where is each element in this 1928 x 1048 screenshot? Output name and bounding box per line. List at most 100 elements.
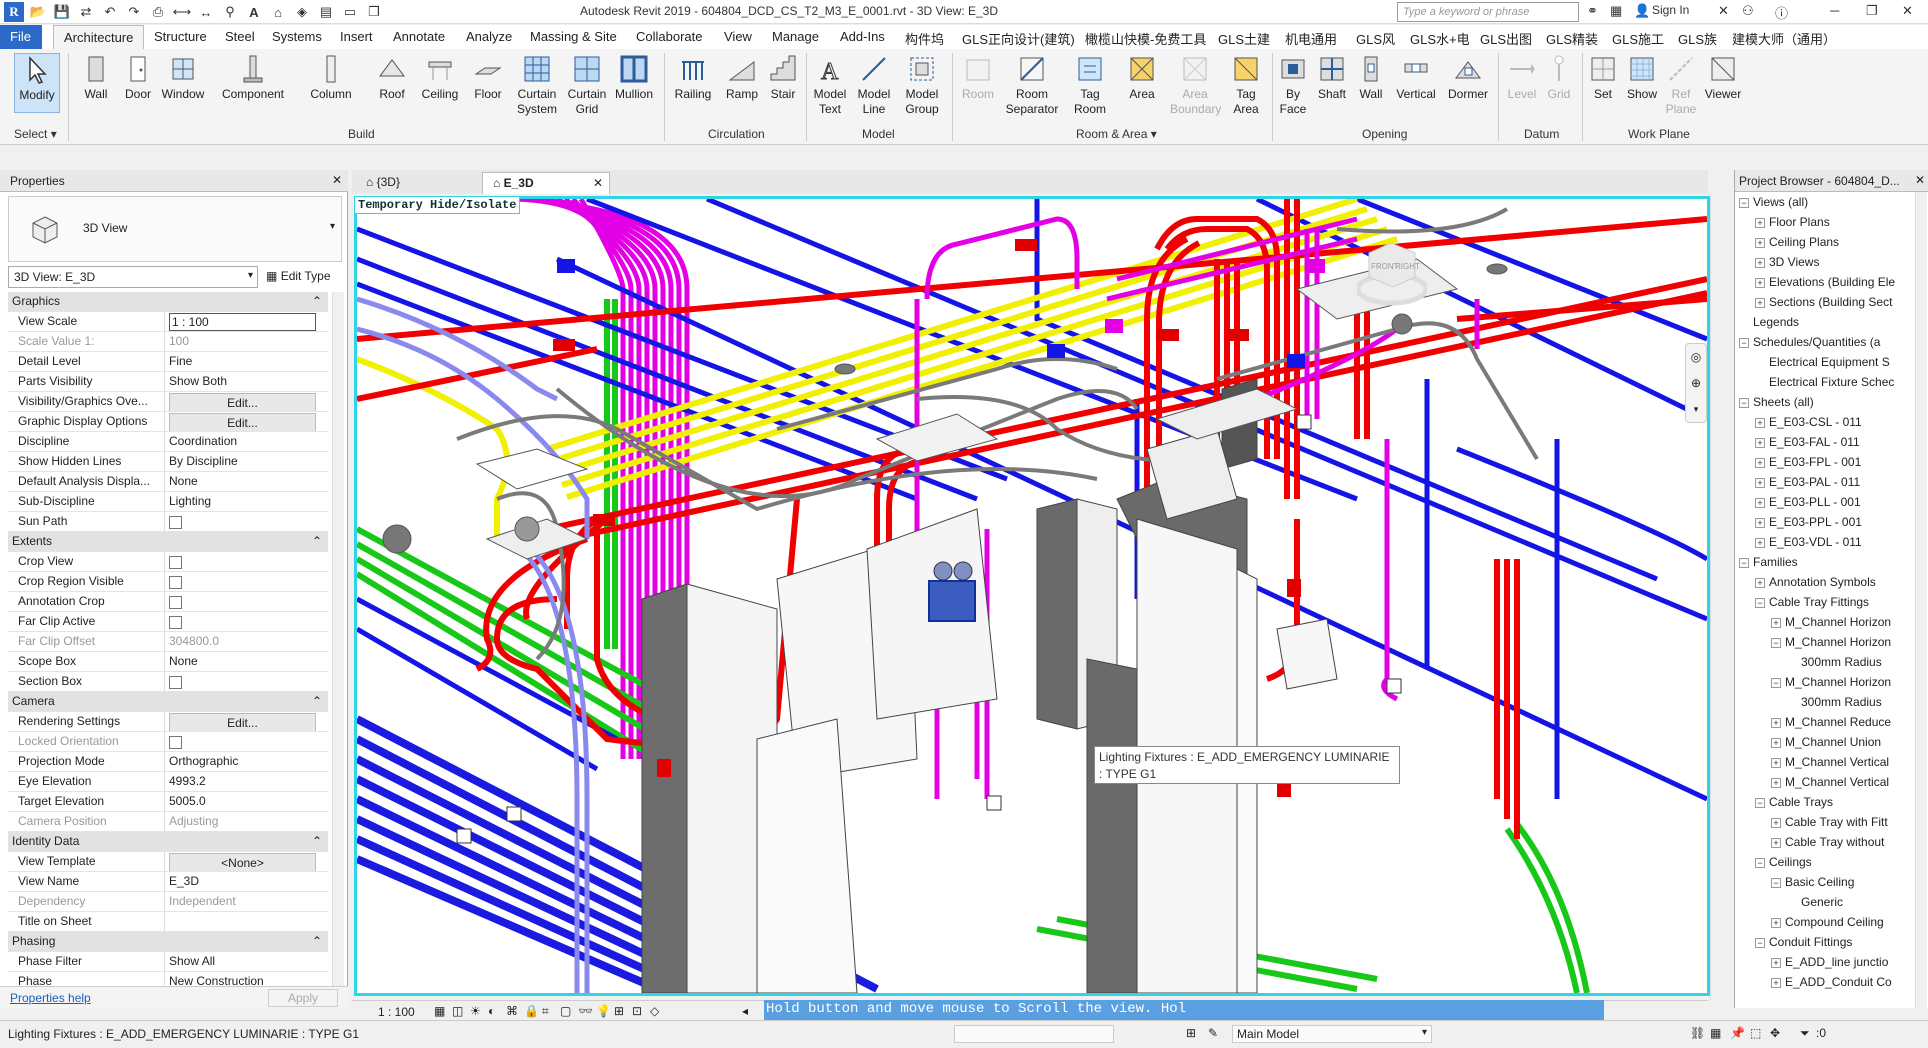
- tag-room-button[interactable]: Tag Room: [1070, 53, 1110, 117]
- ref-plane-button[interactable]: Ref Plane: [1664, 53, 1698, 117]
- modify-button[interactable]: Modify: [14, 53, 60, 113]
- 3d-view-icon[interactable]: ⌂: [268, 2, 288, 22]
- property-value[interactable]: 5005.0: [169, 792, 328, 811]
- expand-icon[interactable]: +: [1771, 917, 1781, 928]
- select-by-face-icon[interactable]: ⬚: [1750, 1026, 1761, 1040]
- tree-node[interactable]: − Schedules/Quantities (a: [1735, 332, 1915, 352]
- tab-3d-default[interactable]: ⌂ {3D}: [356, 172, 410, 194]
- tab-structure[interactable]: Structure: [144, 25, 217, 49]
- tree-node[interactable]: + Floor Plans: [1735, 212, 1915, 232]
- property-value[interactable]: Fine: [169, 352, 328, 371]
- property-category[interactable]: Graphics ⌃: [8, 292, 328, 312]
- tree-node[interactable]: 300mm Radius: [1735, 692, 1915, 712]
- viewer-button[interactable]: Viewer: [1702, 53, 1744, 102]
- expand-icon[interactable]: +: [1755, 497, 1765, 508]
- tab-manage[interactable]: Manage: [762, 25, 829, 49]
- window-button[interactable]: Window: [158, 53, 208, 102]
- property-checkbox[interactable]: [169, 556, 182, 569]
- design-options-icon[interactable]: ⊞: [1186, 1026, 1196, 1040]
- minimize-icon[interactable]: ─: [1830, 3, 1839, 18]
- property-checkbox[interactable]: [169, 616, 182, 629]
- tab-add-ins[interactable]: Add-Ins: [830, 25, 895, 49]
- property-value[interactable]: None: [169, 652, 328, 671]
- tree-node[interactable]: − Sheets (all): [1735, 392, 1915, 412]
- tree-node[interactable]: + Cable Tray with Fitt: [1735, 812, 1915, 832]
- tree-node[interactable]: +3D Views: [1735, 252, 1915, 272]
- property-edit-button[interactable]: Edit...: [169, 413, 316, 431]
- exchange-icon[interactable]: ✕: [1718, 3, 1729, 19]
- expand-icon[interactable]: +: [1755, 457, 1765, 468]
- redo-icon[interactable]: ↷: [124, 2, 144, 22]
- measure-icon[interactable]: ⟷: [172, 2, 192, 22]
- shadows-icon[interactable]: ◐: [488, 1004, 495, 1018]
- property-value[interactable]: By Discipline: [169, 452, 328, 471]
- print-icon[interactable]: ⎙: [148, 2, 168, 22]
- tree-node[interactable]: + E_E03-FPL - 001: [1735, 452, 1915, 472]
- tab-insert[interactable]: Insert: [330, 25, 383, 49]
- close-tab-icon[interactable]: ✕: [593, 176, 603, 190]
- expand-icon[interactable]: +: [1771, 837, 1781, 848]
- crop-view-icon[interactable]: ⌗: [542, 1004, 549, 1019]
- view-cube[interactable]: FRONT RIGHT: [1355, 239, 1429, 309]
- text-icon[interactable]: A: [244, 2, 264, 22]
- expand-icon[interactable]: +: [1771, 957, 1781, 968]
- drag-elements-icon[interactable]: ✥: [1770, 1026, 1780, 1040]
- collapse-icon[interactable]: −: [1755, 797, 1765, 808]
- tree-node[interactable]: Electrical Fixture Schec: [1735, 372, 1915, 392]
- property-value[interactable]: Adjusting: [169, 812, 328, 831]
- close-browser-icon[interactable]: ✕: [1915, 173, 1925, 187]
- tree-node[interactable]: + E_E03-PPL - 001: [1735, 512, 1915, 532]
- shaft-button[interactable]: Shaft: [1314, 53, 1350, 102]
- property-value-field[interactable]: 1 : 100: [169, 313, 316, 331]
- scroll-left-icon[interactable]: ◂: [742, 1004, 748, 1018]
- dimension-icon[interactable]: ↔: [196, 2, 216, 22]
- switch-windows-icon[interactable]: ❐: [364, 2, 384, 22]
- tree-node[interactable]: + E_E03-VDL - 011: [1735, 532, 1915, 552]
- ceiling-button[interactable]: Ceiling: [418, 53, 462, 102]
- tab-gls-water[interactable]: GLS水+电: [1400, 25, 1480, 49]
- tab-annotate[interactable]: Annotate: [383, 25, 455, 49]
- select-dropdown[interactable]: Select ▾: [14, 127, 57, 141]
- thin-lines-icon[interactable]: ▤: [316, 2, 336, 22]
- save-icon[interactable]: 💾: [52, 2, 72, 22]
- worksets-icon[interactable]: ✎: [1208, 1026, 1218, 1040]
- property-checkbox[interactable]: [169, 596, 182, 609]
- analysis-icon[interactable]: ⊞: [614, 1004, 624, 1018]
- property-checkbox[interactable]: [169, 676, 182, 689]
- binoculars-icon[interactable]: ⚭: [1587, 3, 1598, 19]
- tree-node[interactable]: + E_E03-PAL - 011: [1735, 472, 1915, 492]
- expand-icon[interactable]: +: [1755, 217, 1765, 228]
- collapse-icon[interactable]: −: [1739, 337, 1749, 348]
- tree-node[interactable]: + Cable Tray without: [1735, 832, 1915, 852]
- properties-scrollbar[interactable]: [332, 292, 344, 986]
- tree-node[interactable]: + M_Channel Vertical: [1735, 772, 1915, 792]
- constraints-icon[interactable]: ◇: [650, 1004, 659, 1018]
- expand-icon[interactable]: +: [1771, 617, 1781, 628]
- view-scrollbar[interactable]: [1710, 196, 1722, 1000]
- property-value[interactable]: Independent: [169, 892, 328, 911]
- tab-systems[interactable]: Systems: [262, 25, 332, 49]
- tree-node[interactable]: 300mm Radius: [1735, 652, 1915, 672]
- tab-gls-design[interactable]: GLS正向设计(建筑): [952, 25, 1085, 49]
- property-category[interactable]: Camera ⌃: [8, 692, 328, 712]
- close-icon[interactable]: ✕: [1902, 3, 1913, 19]
- zoom-icon[interactable]: ⊕: [1686, 370, 1706, 396]
- tab-ganlanshan[interactable]: 橄榄山快模-免费工具: [1075, 25, 1216, 49]
- apply-button[interactable]: Apply: [268, 989, 338, 1007]
- view-scale[interactable]: 1 : 100: [378, 1005, 415, 1019]
- nav-options-icon[interactable]: ▾: [1686, 396, 1706, 422]
- filter-icon[interactable]: ⏷: [1800, 1026, 1810, 1041]
- collapse-icon[interactable]: −: [1771, 677, 1781, 688]
- revit-app-icon[interactable]: R: [4, 2, 24, 22]
- restore-icon[interactable]: ❐: [1866, 3, 1878, 19]
- column-button[interactable]: Column: [306, 53, 356, 102]
- tab-jianmo-dashi[interactable]: 建模大师（通用）: [1722, 25, 1846, 49]
- collapse-icon[interactable]: −: [1755, 857, 1765, 868]
- sign-in-link[interactable]: Sign In: [1652, 3, 1689, 17]
- properties-help-link[interactable]: Properties help: [10, 991, 91, 1005]
- tree-node[interactable]: + Sections (Building Sect: [1735, 292, 1915, 312]
- main-model-dropdown[interactable]: Main Model ▾: [1232, 1025, 1432, 1043]
- tab-e-3d[interactable]: ⌂ E_3D ✕: [482, 172, 610, 194]
- tab-gls-family[interactable]: GLS族: [1668, 25, 1727, 49]
- 3d-viewport[interactable]: FRONT RIGHT ◎ ⊕ ▾: [354, 196, 1710, 996]
